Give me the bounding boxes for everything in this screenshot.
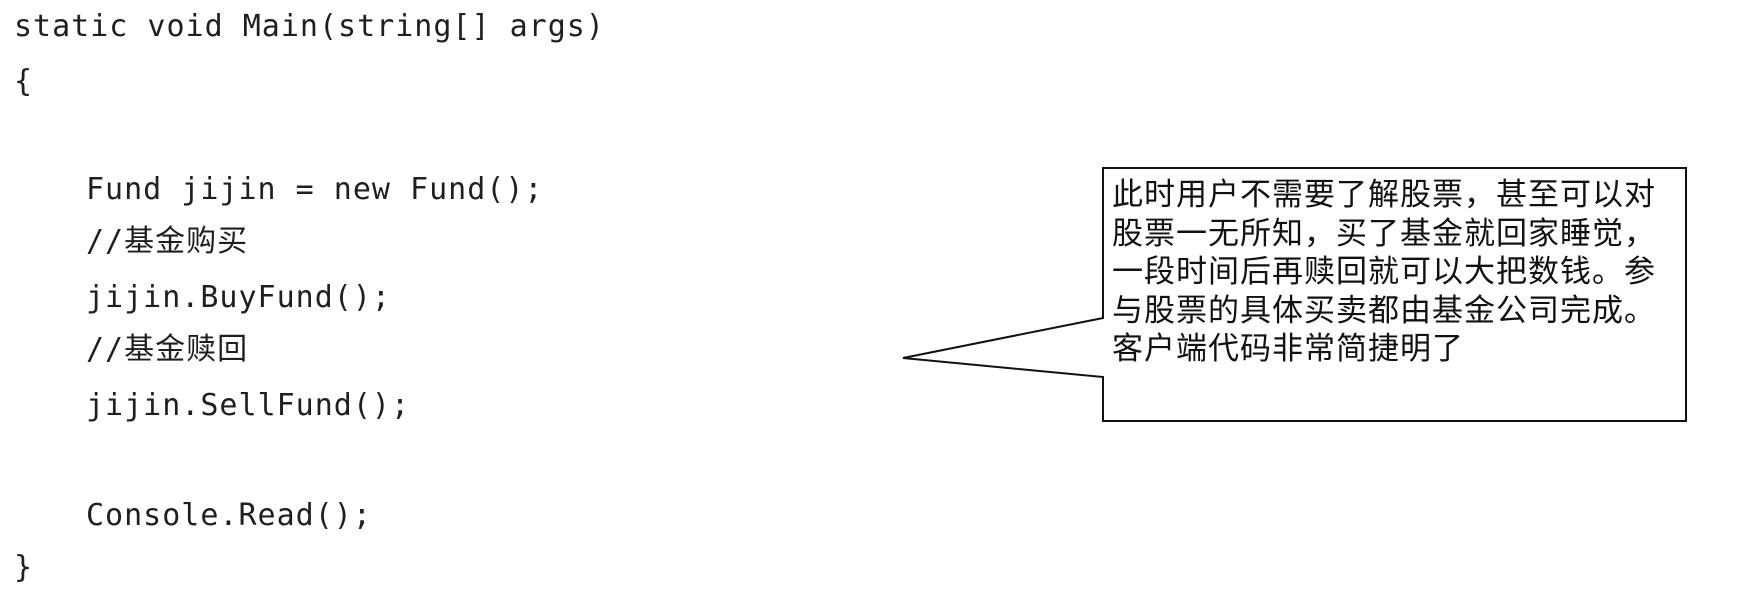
close-brace: } [14, 550, 34, 585]
method-signature: static void Main(string[] args) [14, 9, 605, 44]
buy-comment: //基金购买 [86, 224, 249, 259]
open-brace: { [14, 64, 34, 99]
console-read: Console.Read(); [86, 498, 372, 533]
buy-call: jijin.BuyFund(); [86, 280, 391, 315]
callout-text: 此时用户不需要了解股票，甚至可以对股票一无所知，买了基金就回家睡觉，一段时间后再… [1112, 177, 1656, 367]
sell-call: jijin.SellFund(); [86, 388, 411, 423]
fund-declaration: Fund jijin = new Fund(); [86, 172, 544, 207]
code-snippet: static void Main(string[] args) { Fund j… [0, 0, 1000, 595]
sell-comment: //基金赎回 [86, 332, 249, 367]
